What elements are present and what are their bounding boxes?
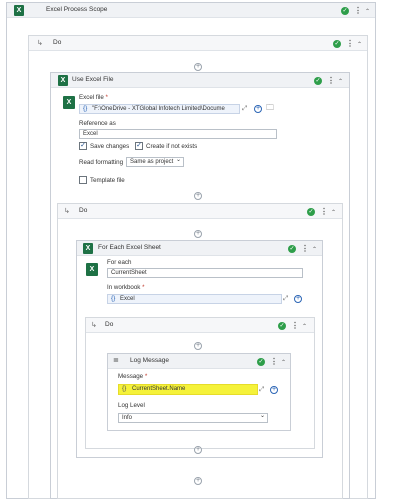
more-options-icon[interactable]: ⋮ (346, 40, 354, 48)
more-options-icon[interactable]: ⋮ (354, 7, 362, 15)
do-inner-header[interactable]: ↳ Do ✓ ⋮ ⌃ (86, 318, 314, 333)
more-options-icon[interactable]: ⋮ (291, 322, 299, 330)
add-activity-button[interactable]: + (194, 230, 202, 238)
status-ok-icon: ✓ (307, 208, 315, 216)
dropdown-chevron-icon: ⌄ (175, 157, 181, 163)
add-activity-button[interactable]: + (194, 63, 202, 71)
excel-process-scope-header[interactable]: X Excel Process Scope ✓ ⋮ ⌃ (7, 3, 375, 18)
collapse-icon[interactable]: ⌃ (365, 8, 370, 16)
excel-icon-large: X (63, 96, 75, 109)
status-ok-icon: ✓ (278, 322, 286, 330)
create-if-not-exists-checkbox[interactable]: ✓ (135, 142, 143, 150)
excel-process-scope-title: Excel Process Scope (46, 6, 108, 13)
template-file-checkbox[interactable] (79, 176, 87, 184)
collapse-icon[interactable]: ⌃ (312, 246, 317, 254)
for-each-excel-sheet-header[interactable]: X For Each Excel Sheet ✓ ⋮ ⌃ (77, 241, 322, 256)
save-changes-label: Save changes (90, 143, 130, 150)
excel-file-label: Excel file * (79, 94, 108, 101)
do-mid-title: Do (79, 207, 88, 214)
collapse-icon[interactable]: ⌃ (302, 323, 307, 331)
dropdown-chevron-icon: ⌄ (259, 413, 265, 419)
excel-icon: X (58, 75, 68, 86)
status-ok-icon: ✓ (288, 245, 296, 253)
more-options-icon[interactable]: ⋮ (301, 245, 309, 253)
do-inner-title: Do (105, 321, 114, 328)
status-ok-icon: ✓ (341, 7, 349, 15)
read-formatting-label: Read formatting (79, 159, 124, 166)
do-outer-header[interactable]: ↳ Do ✓ ⋮ ⌃ (29, 36, 367, 51)
reference-as-field[interactable]: Excel (79, 129, 277, 139)
status-ok-icon: ✓ (314, 77, 322, 85)
add-activity-button[interactable]: + (194, 192, 202, 200)
more-options-icon[interactable]: ⋮ (327, 77, 335, 85)
create-if-not-exists-label: Create if not exists (146, 143, 198, 150)
status-ok-icon: ✓ (257, 358, 265, 366)
expand-editor-icon[interactable]: ⤢ (259, 386, 264, 394)
expand-editor-icon[interactable]: ⤢ (283, 295, 288, 303)
do-mid-header[interactable]: ↳ Do ✓ ⋮ ⌃ (58, 204, 342, 219)
use-excel-file-title: Use Excel File (72, 76, 114, 83)
status-ok-icon: ✓ (333, 40, 341, 48)
log-message-icon: ≣ (113, 357, 119, 364)
expression-icon: {} (111, 295, 116, 302)
for-each-label: For each (107, 259, 132, 266)
add-variable-button[interactable]: + (270, 386, 278, 394)
message-label: Message * (118, 373, 148, 380)
add-variable-button[interactable]: + (294, 295, 302, 303)
read-formatting-select[interactable]: Same as project ⌄ (126, 157, 184, 167)
do-arrow-icon: ↳ (64, 208, 70, 215)
expression-icon: {} (83, 105, 88, 112)
more-options-icon[interactable]: ⋮ (320, 208, 328, 216)
do-arrow-icon: ↳ (37, 40, 43, 47)
use-excel-file-header[interactable]: X Use Excel File ✓ ⋮ ⌃ (51, 73, 349, 88)
log-message-header[interactable]: ≣ Log Message ✓ ⋮ ⌃ (108, 354, 290, 369)
for-each-field[interactable]: CurrentSheet (107, 268, 303, 278)
excel-icon: X (14, 5, 24, 16)
expand-editor-icon[interactable]: ⤢ (242, 105, 247, 113)
folder-browse-icon[interactable]: 🗀 (266, 104, 274, 112)
for-each-excel-sheet-title: For Each Excel Sheet (98, 244, 161, 251)
log-level-select[interactable]: Info ⌄ (118, 413, 268, 423)
do-outer-title: Do (53, 39, 62, 46)
reference-as-label: Reference as (79, 120, 116, 127)
log-message-title: Log Message (130, 357, 170, 364)
add-activity-button[interactable]: + (194, 446, 202, 454)
message-field[interactable]: {} CurrentSheet.Name (118, 384, 258, 395)
log-level-label: Log Level (118, 402, 145, 409)
collapse-icon[interactable]: ⌃ (331, 209, 336, 217)
save-changes-checkbox[interactable]: ✓ (79, 142, 87, 150)
excel-icon: X (83, 243, 93, 254)
add-activity-button[interactable]: + (194, 477, 202, 485)
collapse-icon[interactable]: ⌃ (338, 78, 343, 86)
add-activity-button[interactable]: + (194, 342, 202, 350)
collapse-icon[interactable]: ⌃ (281, 359, 286, 367)
excel-file-field[interactable]: {} "F:\OneDrive - XTGlobal Infotech Limi… (79, 104, 240, 114)
in-workbook-label: In workbook * (107, 284, 145, 291)
template-file-label: Template file (90, 177, 125, 184)
add-variable-button[interactable]: + (254, 105, 262, 113)
collapse-icon[interactable]: ⌃ (357, 41, 362, 49)
do-arrow-icon: ↳ (91, 322, 97, 329)
more-options-icon[interactable]: ⋮ (270, 358, 278, 366)
in-workbook-field[interactable]: {} Excel (107, 294, 282, 304)
excel-icon-large: X (86, 263, 98, 276)
expression-icon: {} (122, 385, 127, 392)
